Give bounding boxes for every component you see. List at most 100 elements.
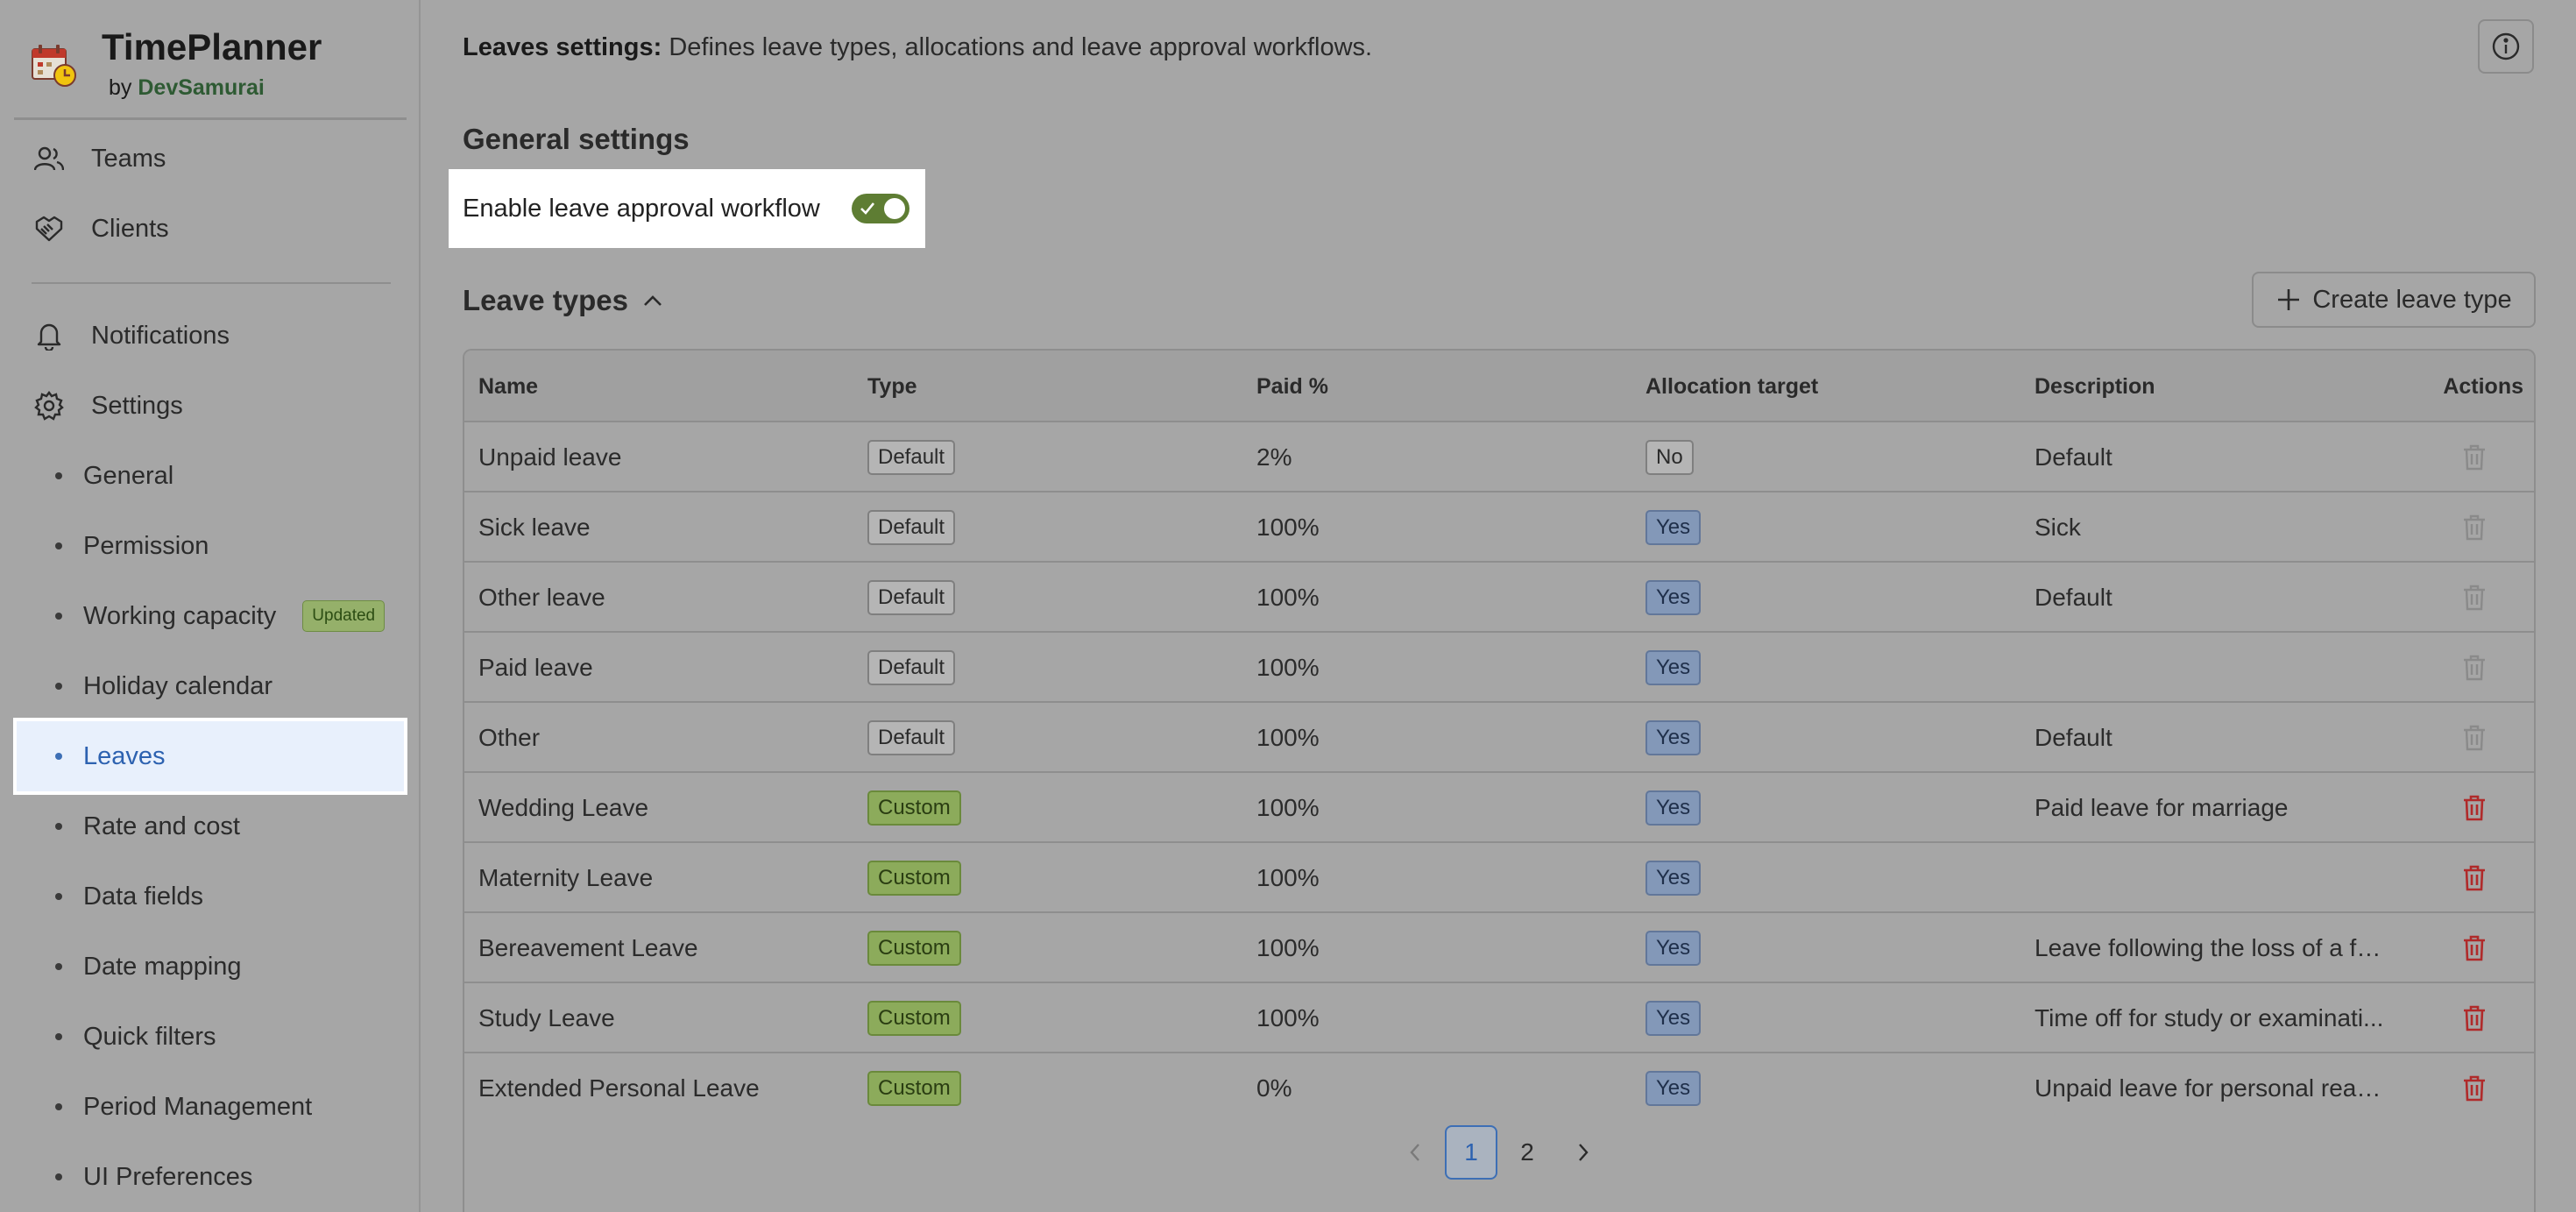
trash-icon xyxy=(2464,1005,2485,1031)
sidebar-item-settings[interactable]: Settings xyxy=(0,379,412,432)
sidebar-item-notifications[interactable]: Notifications xyxy=(0,309,412,362)
sidebar-item-ui-preferences[interactable]: UI Preferences xyxy=(0,1142,412,1212)
users-icon xyxy=(32,141,67,176)
description-text: Default xyxy=(2035,724,2112,751)
cell-type: Default xyxy=(867,703,1235,773)
sidebar-item-rate-and-cost[interactable]: Rate and cost xyxy=(0,791,412,861)
allocation-tag: Yes xyxy=(1645,861,1702,896)
cell-paid: 100% xyxy=(1256,654,1320,681)
chevron-left-icon xyxy=(1410,1144,1419,1161)
sidebar-item-date-mapping[interactable]: Date mapping xyxy=(0,932,412,1002)
cell-name: Wedding Leave xyxy=(478,794,649,821)
table-row[interactable]: Other leave Default 100% Yes Default xyxy=(464,563,2534,633)
delete-button[interactable] xyxy=(2422,983,2527,1053)
description-text: Leave following the loss of a fa... xyxy=(2035,934,2385,961)
cell-allocation: Yes xyxy=(1645,1053,2013,1123)
column-header-paid[interactable]: Paid % xyxy=(1256,351,1624,422)
page-button-2[interactable]: 2 xyxy=(1501,1125,1553,1180)
approval-workflow-toggle[interactable] xyxy=(851,194,909,223)
trash-icon xyxy=(2464,514,2485,541)
trash-icon xyxy=(2464,795,2485,821)
table-row[interactable]: Unpaid leave Default 2% No Default xyxy=(464,422,2534,493)
cell-paid: 100% xyxy=(1256,584,1320,611)
create-leave-type-label: Create leave type xyxy=(2312,285,2512,314)
table-row[interactable]: Sick leave Default 100% Yes Sick xyxy=(464,493,2534,563)
leave-types-header[interactable]: Leave types xyxy=(463,284,663,317)
sidebar-item-data-fields[interactable]: Data fields xyxy=(0,861,412,932)
gear-icon xyxy=(32,388,67,423)
cell-name: Other leave xyxy=(478,584,605,611)
cell-name: Sick leave xyxy=(478,514,591,541)
brand-divider xyxy=(14,117,407,120)
sidebar-item-general[interactable]: General xyxy=(0,441,412,511)
type-tag: Custom xyxy=(867,1071,961,1106)
sidebar-item-permission[interactable]: Permission xyxy=(0,511,412,581)
bullet xyxy=(55,963,62,970)
cell-paid: 0% xyxy=(1256,1074,1292,1102)
table-row[interactable]: Extended Personal Leave Custom 0% Yes Un… xyxy=(464,1053,2534,1123)
info-button[interactable] xyxy=(2478,19,2534,74)
delete-button[interactable] xyxy=(2422,843,2527,913)
sidebar-item-label: Holiday calendar xyxy=(83,671,273,700)
approval-toggle-label: Enable leave approval workflow xyxy=(463,194,820,223)
delete-button[interactable] xyxy=(2422,1053,2527,1123)
page-button-1[interactable]: 1 xyxy=(1445,1125,1497,1180)
type-tag: Default xyxy=(867,650,956,685)
sidebar-item-working-capacity[interactable]: Working capacity Updated xyxy=(0,581,412,651)
column-header-name[interactable]: Name xyxy=(478,351,846,422)
sidebar-item-teams[interactable]: Teams xyxy=(0,132,412,185)
allocation-tag: Yes xyxy=(1645,510,1702,545)
type-tag: Default xyxy=(867,720,956,755)
create-leave-type-button[interactable]: Create leave type xyxy=(2252,272,2536,328)
description-text: Default xyxy=(2035,443,2112,471)
allocation-tag: Yes xyxy=(1645,790,1702,826)
cell-description: Sick xyxy=(2035,493,2385,563)
page-title: Leaves settings: xyxy=(463,33,662,61)
cell-name: Paid leave xyxy=(478,654,593,681)
sidebar-item-period-management[interactable]: Period Management xyxy=(0,1072,412,1142)
updated-badge: Updated xyxy=(302,600,386,632)
chevron-up-icon xyxy=(644,295,662,306)
sidebar-item-label: General xyxy=(83,461,174,490)
column-header-allocation[interactable]: Allocation target xyxy=(1645,351,2013,422)
next-page-button[interactable] xyxy=(1557,1125,1610,1180)
table-row[interactable]: Other Default 100% Yes Default xyxy=(464,703,2534,773)
handshake-icon xyxy=(32,211,67,246)
cell-type: Custom xyxy=(867,913,1235,983)
sidebar-item-leaves[interactable]: Leaves xyxy=(13,718,407,795)
cell-description: Default xyxy=(2035,422,2385,493)
allocation-tag: Yes xyxy=(1645,931,1702,966)
delete-button xyxy=(2422,633,2527,703)
brand[interactable]: TimePlanner by DevSamurai xyxy=(26,25,403,121)
allocation-tag: Yes xyxy=(1645,720,1702,755)
delete-button[interactable] xyxy=(2422,913,2527,983)
cell-name: Other xyxy=(478,724,541,751)
description-text: Paid leave for marriage xyxy=(2035,794,2289,821)
sidebar-item-holiday-calendar[interactable]: Holiday calendar xyxy=(0,651,412,721)
table-row[interactable]: Maternity Leave Custom 100% Yes xyxy=(464,843,2534,913)
sidebar-item-clients[interactable]: Clients xyxy=(0,202,412,255)
delete-button[interactable] xyxy=(2422,773,2527,843)
sidebar: TimePlanner by DevSamurai Teams Clients xyxy=(0,0,421,1212)
sidebar-item-label: Teams xyxy=(91,144,166,173)
cell-type: Default xyxy=(867,563,1235,633)
allocation-tag: Yes xyxy=(1645,650,1702,685)
sidebar-item-label: Settings xyxy=(91,391,183,420)
table-row[interactable]: Paid leave Default 100% Yes xyxy=(464,633,2534,703)
table-row[interactable]: Study Leave Custom 100% Yes Time off for… xyxy=(464,983,2534,1053)
cell-allocation: Yes xyxy=(1645,633,2013,703)
bullet xyxy=(55,613,62,620)
sidebar-item-quick-filters[interactable]: Quick filters xyxy=(0,1002,412,1072)
sidebar-item-label: Clients xyxy=(91,214,169,243)
table-row[interactable]: Wedding Leave Custom 100% Yes Paid leave… xyxy=(464,773,2534,843)
prev-page-button[interactable] xyxy=(1389,1125,1441,1180)
column-header-type[interactable]: Type xyxy=(867,351,1235,422)
sidebar-item-label: UI Preferences xyxy=(83,1162,253,1191)
bullet xyxy=(55,472,62,479)
sidebar-item-label: Period Management xyxy=(83,1092,313,1121)
column-header-description[interactable]: Description xyxy=(2035,351,2385,422)
table-row[interactable]: Bereavement Leave Custom 100% Yes Leave … xyxy=(464,913,2534,983)
calendar-clock-icon xyxy=(32,45,76,87)
cell-paid: 100% xyxy=(1256,934,1320,961)
description-text: Time off for study or examinati... xyxy=(2035,1004,2384,1031)
